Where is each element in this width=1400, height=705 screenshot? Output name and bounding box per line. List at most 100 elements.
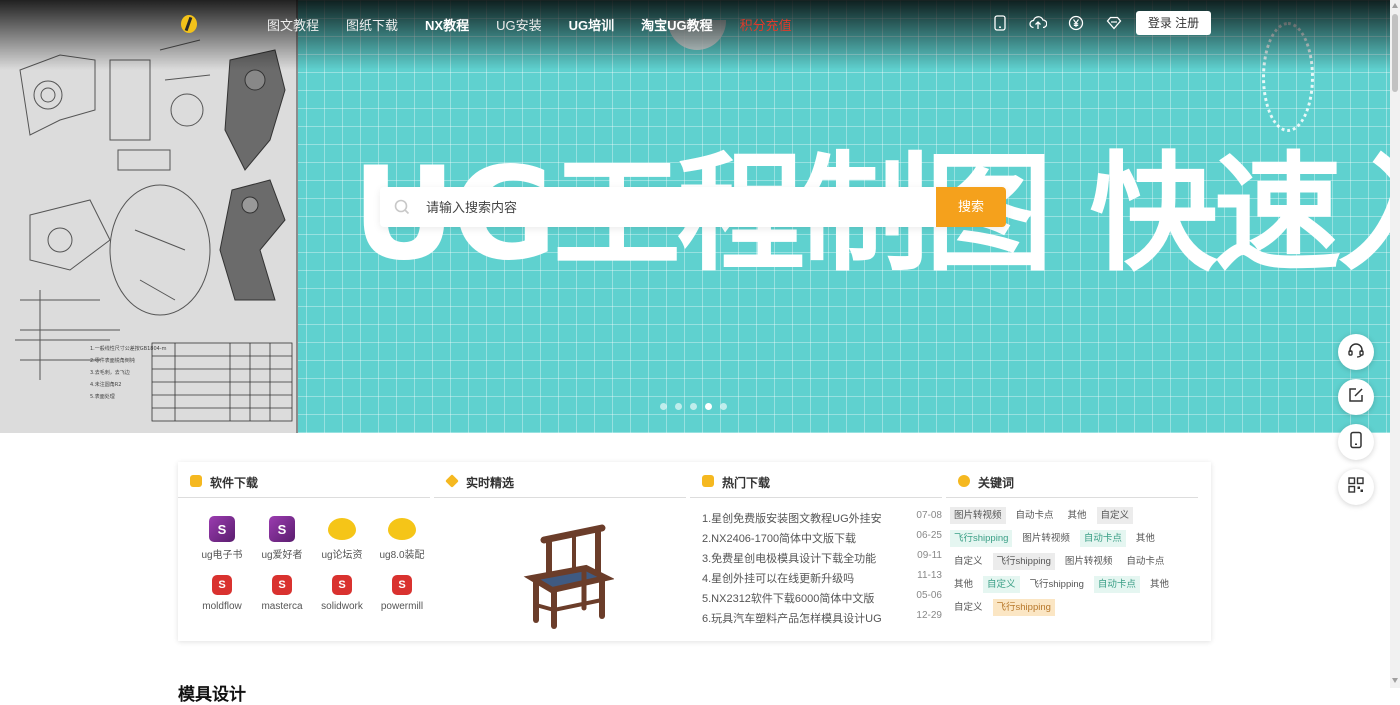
hot-list-item[interactable]: 6.玩具汽车塑料产品怎样模具设计UG 12-29	[702, 610, 942, 630]
keyword-tag[interactable]: 图片转视频	[950, 507, 1006, 524]
hot-item-title[interactable]: 1.星创免费版安装图文教程UG外挂安	[702, 510, 892, 530]
search-input[interactable]	[426, 195, 906, 219]
post-button[interactable]	[1338, 379, 1374, 415]
software-item[interactable]: S moldflow	[192, 570, 252, 618]
software-grid: S ug电子书 S ug爱好者 ug论坛资 ug8.0装配 S moldflow…	[192, 514, 432, 618]
software-label: solidwork	[321, 601, 363, 612]
hot-item-date: 11-13	[917, 570, 942, 581]
red-s-app-icon: S	[392, 575, 412, 595]
keyword-tag[interactable]: 飞行shipping	[992, 599, 1055, 616]
scrollbar-thumb[interactable]	[1392, 14, 1398, 92]
nav-icons	[991, 14, 1123, 32]
hot-list-item[interactable]: 5.NX2312软件下载6000简体中文版 05-06	[702, 590, 942, 610]
software-label: masterca	[261, 601, 303, 612]
red-s-app-icon: S	[212, 575, 232, 595]
hot-list-item[interactable]: 1.星创免费版安装图文教程UG外挂安 07-08	[702, 510, 942, 530]
hot-item-title[interactable]: 5.NX2312软件下载6000简体中文版	[702, 590, 892, 610]
software-item[interactable]: ug8.0装配	[372, 514, 432, 562]
keyword-tag-cloud: 图片转视频 自动卡点 其他 自定义 飞行shipping 图片转视频 自动卡点 其他 自定义 飞行…	[950, 507, 1190, 616]
keyword-tag[interactable]: 自动卡点	[1012, 507, 1058, 524]
nav-link-ug-install[interactable]: UG安装	[496, 15, 542, 34]
keyword-tag[interactable]: 自定义	[1096, 507, 1134, 524]
upload-icon[interactable]	[1029, 14, 1047, 32]
login-register-button[interactable]: 登录 注册	[1136, 11, 1211, 35]
keyword-tag[interactable]: 图片转视频	[1018, 530, 1074, 547]
page-scrollbar[interactable]	[1390, 0, 1400, 688]
diamond-icon	[445, 474, 459, 488]
nav-link-taobao[interactable]: 淘宝UG教程	[641, 15, 713, 34]
software-item[interactable]: S ug电子书	[192, 514, 252, 562]
hot-download-section: 热门下载 1.星创免费版安装图文教程UG外挂安 07-08 2.NX2406-1…	[690, 462, 946, 641]
software-label: powermill	[380, 601, 424, 612]
keyword-tag[interactable]: 其他	[950, 576, 977, 593]
keyword-tag[interactable]: 飞行shipping	[1026, 576, 1088, 593]
hot-item-date: 05-06	[916, 590, 942, 601]
keyword-tag[interactable]: 自动卡点	[1079, 530, 1126, 547]
featured-section-title: 实时精选	[466, 476, 515, 490]
hot-item-date: 07-08	[916, 510, 942, 521]
mobile-icon[interactable]	[991, 14, 1009, 32]
software-item[interactable]: S solidwork	[312, 570, 372, 618]
scroll-up-arrow[interactable]	[1392, 3, 1398, 8]
keyword-tag[interactable]: 其他	[1064, 507, 1091, 524]
software-item[interactable]: ug论坛资	[312, 514, 372, 562]
vip-diamond-icon[interactable]	[1105, 14, 1123, 32]
keyword-tag[interactable]: 自定义	[950, 599, 987, 616]
customer-service-button[interactable]	[1338, 334, 1374, 370]
software-item[interactable]: S powermill	[372, 570, 432, 618]
hot-list-item[interactable]: 3.免费星创电极模具设计下载全功能 09-11	[702, 550, 942, 570]
keyword-tag[interactable]: 自动卡点	[1122, 553, 1168, 570]
keyword-tag[interactable]: 自定义	[950, 553, 987, 570]
hot-item-title[interactable]: 3.免费星创电极模具设计下载全功能	[702, 550, 892, 570]
qrcode-icon	[1348, 476, 1364, 498]
hot-list-item[interactable]: 2.NX2406-1700简体中文版下载 06-25	[702, 530, 942, 550]
nav-link-ug-training[interactable]: UG培训	[569, 15, 615, 34]
keyword-tag[interactable]: 飞行shipping	[950, 530, 1013, 547]
carousel-dot[interactable]	[720, 403, 727, 410]
featured-section-header: 实时精选	[434, 474, 686, 498]
keyword-tag[interactable]: 自动卡点	[1093, 576, 1140, 593]
scroll-down-arrow[interactable]	[1392, 678, 1398, 683]
site-logo[interactable]	[181, 13, 241, 35]
mobile-app-button[interactable]	[1338, 424, 1374, 460]
keyword-tag[interactable]: 图片转视频	[1061, 553, 1117, 570]
carousel-dot[interactable]	[690, 403, 697, 410]
nav-link-recharge[interactable]: 积分充值	[740, 15, 792, 34]
next-section-title: 模具设计	[178, 685, 246, 704]
nav-link-nx[interactable]: NX教程	[425, 15, 469, 34]
download-folder-icon	[190, 475, 202, 487]
nav-link-drawings[interactable]: 图纸下载	[346, 15, 398, 34]
carousel-dots	[660, 403, 727, 410]
hot-item-title[interactable]: 6.玩具汽车塑料产品怎样模具设计UG	[702, 610, 892, 630]
software-item[interactable]: S masterca	[252, 570, 312, 618]
keywords-section-title: 关键词	[978, 476, 1015, 490]
search-button[interactable]: 搜索	[936, 187, 1006, 227]
hot-list-item[interactable]: 4.星创外挂可以在线更新升级吗 11-13	[702, 570, 942, 590]
hot-item-date: 06-25	[916, 530, 942, 541]
svg-text:5.表面处理: 5.表面处理	[90, 393, 115, 400]
featured-chair-image[interactable]	[514, 520, 615, 635]
software-item[interactable]: S ug爱好者	[252, 514, 312, 562]
svg-text:1.一般线性尺寸公差按GB1804-m: 1.一般线性尺寸公差按GB1804-m	[90, 345, 167, 352]
headset-icon	[1347, 341, 1365, 364]
svg-text:4.未注圆角R2: 4.未注圆角R2	[90, 381, 121, 388]
edit-icon	[1347, 386, 1365, 409]
keyword-tag[interactable]: 其他	[1146, 576, 1173, 593]
yen-icon[interactable]	[1067, 14, 1085, 32]
red-s-app-icon: S	[272, 575, 292, 595]
hot-section-header: 热门下载	[690, 474, 942, 498]
keyword-tag[interactable]: 自定义	[983, 576, 1020, 593]
carousel-dot[interactable]	[675, 403, 682, 410]
software-label: ug8.0装配	[379, 550, 425, 561]
hot-section-title: 热门下载	[722, 476, 771, 490]
keyword-tag[interactable]: 其他	[1132, 530, 1159, 547]
carousel-dot[interactable]	[660, 403, 667, 410]
carousel-dot-active[interactable]	[705, 403, 712, 410]
nav-link-tutorials[interactable]: 图文教程	[267, 15, 319, 34]
hot-item-title[interactable]: 2.NX2406-1700简体中文版下载	[702, 530, 892, 550]
keyword-tag[interactable]: 飞行shipping	[992, 553, 1055, 570]
qrcode-button[interactable]	[1338, 469, 1374, 505]
keywords-section: 关键词 图片转视频 自动卡点 其他 自定义 飞行shipping 图片转视频 自动卡点 其他自…	[946, 462, 1208, 641]
search-box: 搜索	[380, 187, 1006, 227]
hot-item-title[interactable]: 4.星创外挂可以在线更新升级吗	[702, 570, 892, 590]
